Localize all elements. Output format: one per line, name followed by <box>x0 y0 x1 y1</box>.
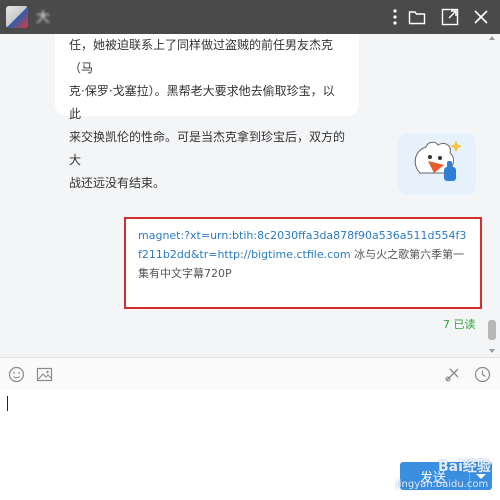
scroll-thumb[interactable] <box>488 320 496 340</box>
window-title: 大 <box>36 10 50 26</box>
more-icon[interactable] <box>386 8 404 26</box>
message-line: 任，她被迫联系上了同样做过盗贼的前任男友杰克（马 <box>69 38 334 75</box>
popout-icon[interactable] <box>441 8 459 26</box>
watermark-url: jingyan.baidu.com <box>396 479 489 490</box>
sent-sticker-bubble <box>398 133 476 195</box>
watermark: Bai经验 jingyan.baidu.com <box>378 452 498 498</box>
read-status[interactable]: 7 已读 <box>443 316 476 332</box>
chat-history[interactable]: 任，她被迫联系上了同样做过盗贼的前任男友杰克（马 克·保罗·戈塞拉）。黑帮老大要… <box>0 34 500 357</box>
chat-scrollbar[interactable] <box>488 34 496 357</box>
input-toolbar <box>0 357 500 390</box>
received-message-bubble: 任，她被迫联系上了同样做过盗贼的前任男友杰克（马 克·保罗·戈塞拉）。黑帮老大要… <box>55 34 359 190</box>
message-line: 克·保罗·戈塞拉）。黑帮老大要求他去偷取珍宝，以此 <box>69 84 335 121</box>
folder-icon[interactable] <box>408 8 426 26</box>
image-icon[interactable] <box>36 366 53 383</box>
history-icon[interactable] <box>474 366 491 383</box>
sent-message-bubble: magnet:?xt=urn:btih:8c2030ffa3da878f90a5… <box>124 217 482 309</box>
scroll-up-icon[interactable] <box>489 36 495 40</box>
message-line: 来交换凯伦的性命。可是当杰克拿到珍宝后，双方的大 <box>69 130 346 167</box>
thumbs-up-sticker-icon <box>414 141 462 181</box>
text-caret <box>7 396 8 411</box>
message-line: 战还远没有结束。 <box>69 176 166 190</box>
title-bar: 大 <box>0 0 500 34</box>
watermark-text: Bai经验 <box>438 459 491 475</box>
close-icon[interactable] <box>472 8 490 26</box>
scroll-down-icon[interactable] <box>489 349 495 353</box>
emoji-icon[interactable] <box>8 366 25 383</box>
screenshot-icon[interactable] <box>444 366 461 383</box>
app-logo-icon <box>6 6 28 28</box>
